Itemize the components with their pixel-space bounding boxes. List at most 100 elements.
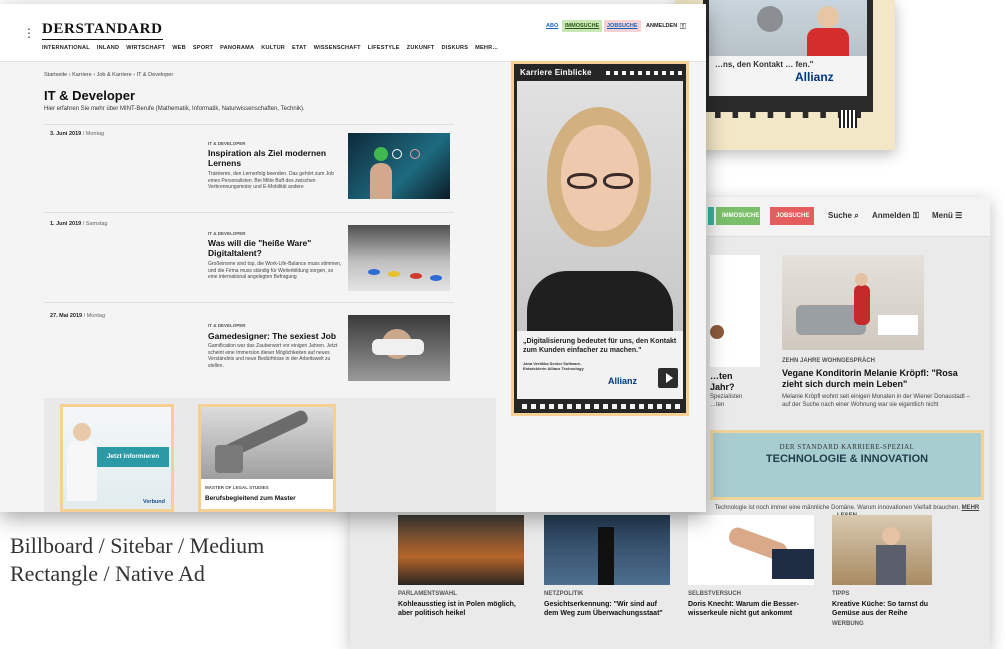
article-title[interactable]: Gamedesigner: The sexiest Job xyxy=(208,331,344,341)
bottom-kicker-2: NETZPOLITIK xyxy=(544,591,584,597)
jobs-button[interactable]: JOBSUCHE xyxy=(604,20,641,32)
native-ad-image xyxy=(201,407,333,479)
key-icon[interactable]: ⚿ xyxy=(680,22,686,32)
partial-teaser: …n. Spezialisten …ten xyxy=(710,386,743,408)
play-icon[interactable] xyxy=(658,368,678,388)
nav-sport[interactable]: SPORT xyxy=(193,45,213,51)
front-page-screenshot: ⋮ DERSTANDARD INTERNATIONAL INLAND WIRTS… xyxy=(0,4,706,512)
qr-code-icon xyxy=(839,110,857,128)
bottom-kicker-3: SELBSTVERSUCH xyxy=(688,591,742,597)
article-thumbnail[interactable] xyxy=(348,133,450,199)
jetzt-informieren-button[interactable]: Jetzt informieren xyxy=(97,447,169,467)
bottom-kicker-4: TIPPS xyxy=(832,591,850,597)
film-perforation xyxy=(606,71,686,75)
login-link[interactable]: ANMELDEN xyxy=(646,23,677,29)
allianz-logo: Allianz xyxy=(608,376,638,386)
tab-edge xyxy=(708,207,714,225)
breadcrumb[interactable]: Startseite › Karriere › Job & Karriere ›… xyxy=(44,72,173,78)
spezial-title: TECHNOLOGIE & INNOVATION xyxy=(765,453,929,465)
article-teaser: Großeinsme sind top, die Work-Life-Balan… xyxy=(208,261,342,280)
film-perforation xyxy=(522,404,682,409)
bottom-kicker-1: PARLAMENTSWAHL xyxy=(398,591,457,597)
sitebar-ad[interactable]: Karriere Einblicke „Digitalisierung bede… xyxy=(511,61,689,416)
bottom-headline-3[interactable]: Doris Knecht: Warum die Besser-wisserkeu… xyxy=(688,600,814,618)
card-teaser: Melanie Kröpfl wohnt seit einigen Monate… xyxy=(782,394,970,408)
page-title: IT & Developer xyxy=(44,88,136,103)
jobs-button[interactable]: JOBSUCHE xyxy=(770,207,814,225)
search-link[interactable]: Suche ⌕ xyxy=(828,211,859,221)
article-kicker: IT & DEVELOPER xyxy=(208,231,246,236)
nav-mehr[interactable]: MEHR… xyxy=(475,45,498,51)
search-icon: ⌕ xyxy=(854,211,859,220)
login-link[interactable]: Anmelden ⚿ xyxy=(872,211,919,221)
article-kicker: IT & DEVELOPER xyxy=(208,323,246,328)
cooking-photo[interactable] xyxy=(832,515,932,585)
article-thumbnail[interactable] xyxy=(348,315,450,381)
person-body xyxy=(807,28,849,56)
article-title[interactable]: Inspiration als Ziel modernen Lernens xyxy=(208,148,344,168)
article-date: 3. Juni 2019 / Montag xyxy=(50,131,105,137)
page-subtitle: Hier erfahren Sie mehr über MINT-Berufe … xyxy=(44,106,305,112)
menu-link[interactable]: Menü ☰ xyxy=(932,211,962,220)
nav-web[interactable]: WEB xyxy=(172,45,186,51)
abo-link[interactable]: ABO xyxy=(543,20,561,32)
coal-plant-photo[interactable] xyxy=(398,515,524,585)
nav-panorama[interactable]: PANORAMA xyxy=(220,45,254,51)
native-ad-title[interactable]: Berufsbegleitend zum Master xyxy=(205,495,296,502)
immo-button[interactable]: IMMOSUCHE xyxy=(716,207,760,225)
sponsored-label: WERBUNG xyxy=(832,621,864,627)
immo-button[interactable]: IMMOSUCHE xyxy=(562,20,603,32)
person-figure xyxy=(757,6,783,32)
native-ad-kicker: MASTER OF LEGAL STUDIES xyxy=(205,485,269,490)
surveillance-photo[interactable] xyxy=(544,515,670,585)
nav-wirtschaft[interactable]: WIRTSCHAFT xyxy=(126,45,165,51)
hamburger-icon: ☰ xyxy=(955,211,963,220)
nav-international[interactable]: INTERNATIONAL xyxy=(42,45,90,51)
more-menu-icon[interactable]: ⋮ xyxy=(23,26,35,40)
sitebar-quote: „Digitalisierung bedeutet für uns, den K… xyxy=(523,338,677,354)
figure-caption: Billboard / Sitebar / Medium Rectangle /… xyxy=(10,533,265,586)
pointing-hand-photo[interactable] xyxy=(688,515,814,585)
sitebar-title: Karriere Einblicke xyxy=(520,68,592,77)
bottom-headline-2[interactable]: Gesichtserkennung: "Wir sind auf dem Weg… xyxy=(544,600,670,618)
ad-quote: …ns, den Kontakt … fen." xyxy=(709,56,867,96)
native-ad[interactable]: MASTER OF LEGAL STUDIES Berufsbegleitend… xyxy=(198,404,336,512)
site-header: ⋮ DERSTANDARD INTERNATIONAL INLAND WIRTS… xyxy=(0,4,706,62)
article-thumbnail[interactable] xyxy=(348,225,450,291)
main-nav: INTERNATIONAL INLAND WIRTSCHAFT WEB SPOR… xyxy=(42,45,498,51)
nav-lifestyle[interactable]: LIFESTYLE xyxy=(368,45,400,51)
article-row[interactable]: 27. Mai 2019 / Montag IT & DEVELOPER Gam… xyxy=(44,302,454,394)
allianz-logo: Allianz xyxy=(795,70,834,84)
nav-diskurs[interactable]: DISKURS xyxy=(442,45,469,51)
kitchen-photo[interactable] xyxy=(782,255,924,350)
card-headline[interactable]: Vegane Konditorin Melanie Kröpfl: "Rosa … xyxy=(782,368,972,390)
nav-inland[interactable]: INLAND xyxy=(97,45,119,51)
karriere-spezial-banner[interactable]: DER STANDARD KARRIERE-SPEZIAL TECHNOLOGI… xyxy=(710,430,984,500)
article-teaser: Trainieren, den Lernerfolg beenden. Das … xyxy=(208,171,334,190)
collage: …ns, den Kontakt … fen." Allianz IMMOSUC… xyxy=(0,0,1005,649)
sitebar-person: Jana Vertikka Senior Software-Entwickler… xyxy=(523,361,584,371)
bottom-headline-1[interactable]: Kohleausstieg ist in Polen möglich, aber… xyxy=(398,600,524,618)
nav-etat[interactable]: ETAT xyxy=(292,45,307,51)
print-ad-sheet: …ns, den Kontakt … fen." Allianz xyxy=(675,0,895,150)
ad-photo xyxy=(709,0,867,56)
nav-zukunft[interactable]: ZUKUNFT xyxy=(407,45,435,51)
article-kicker: IT & DEVELOPER xyxy=(208,141,246,146)
article-row[interactable]: 1. Juni 2019 / Samstag IT & DEVELOPER Wa… xyxy=(44,212,454,300)
article-teaser: Gamification war das Zauberwort vor eini… xyxy=(208,343,338,369)
article-date: 27. Mai 2019 / Montag xyxy=(50,313,106,319)
verbund-logo: Verbund xyxy=(143,499,166,505)
person-head xyxy=(817,6,839,28)
medium-rectangle-ad[interactable]: Jetzt informieren Verbund xyxy=(60,404,174,512)
bottom-headline-4[interactable]: Kreative Küche: So tarnst du Gemüse aus … xyxy=(832,600,942,618)
key-icon: ⚿ xyxy=(912,211,919,220)
article-title[interactable]: Was will die "heiße Ware" Digitaltalent? xyxy=(208,238,344,258)
article-date: 1. Juni 2019 / Samstag xyxy=(50,221,108,227)
nav-wissenschaft[interactable]: WISSENSCHAFT xyxy=(314,45,361,51)
card-kicker: ZEHN JAHRE WOHNGESPRÄCH xyxy=(782,358,876,364)
partial-teaser-image xyxy=(710,255,760,367)
sitebar-quote-box: „Digitalisierung bedeutet für uns, den K… xyxy=(517,331,683,399)
site-logo[interactable]: DERSTANDARD xyxy=(42,21,163,40)
article-row[interactable]: 3. Juni 2019 / Montag IT & DEVELOPER Ins… xyxy=(44,124,454,210)
nav-kultur[interactable]: KULTUR xyxy=(261,45,285,51)
